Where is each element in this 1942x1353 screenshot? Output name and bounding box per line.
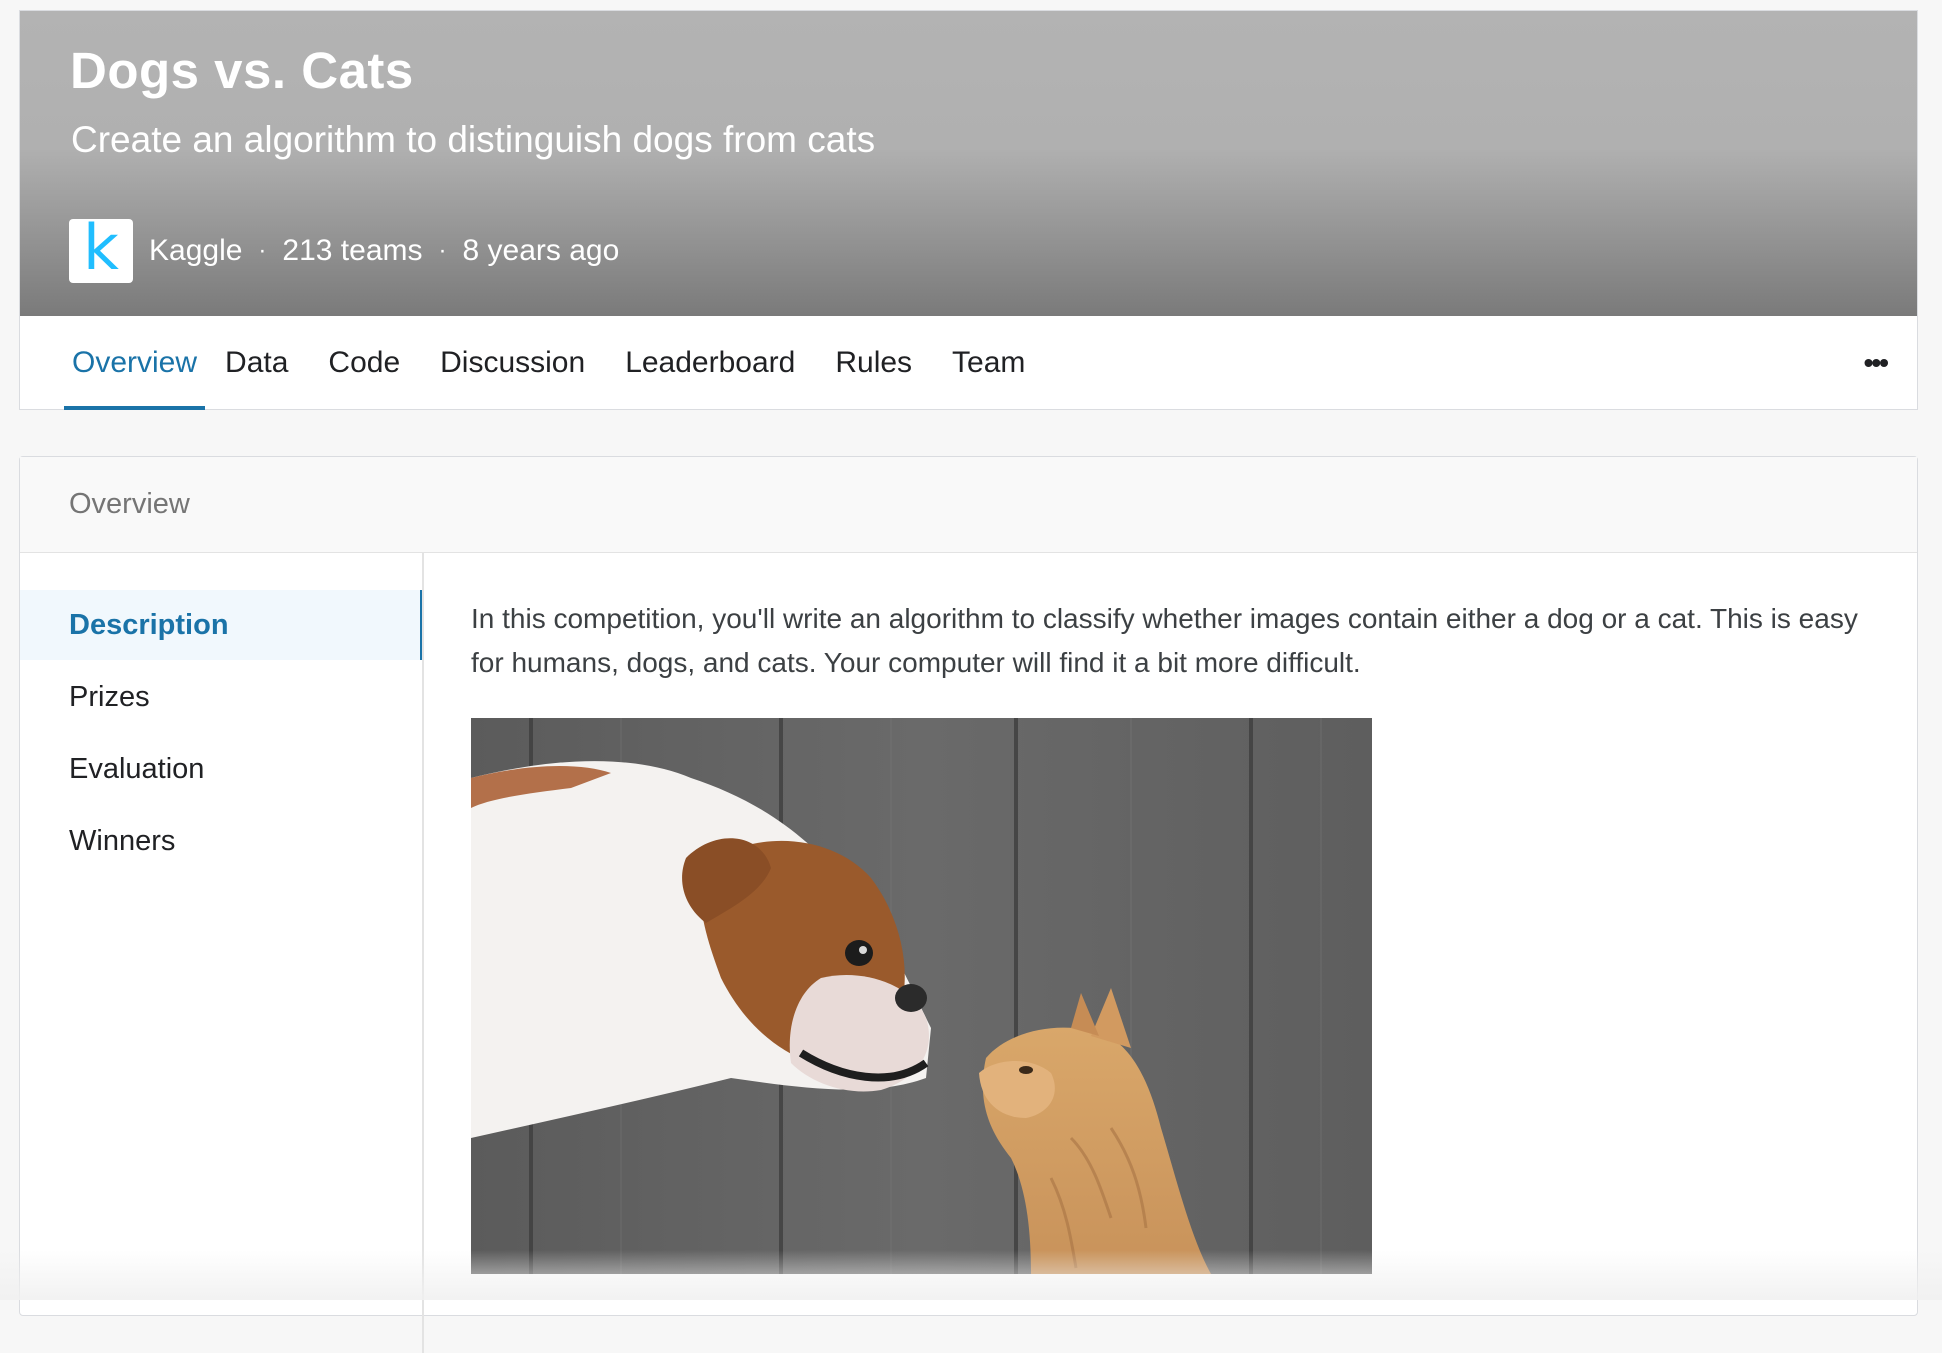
sidenav-item-description[interactable]: Description	[20, 590, 422, 660]
tab-leaderboard[interactable]: Leaderboard	[605, 316, 815, 410]
host-name[interactable]: Kaggle	[149, 234, 242, 268]
overview-header: Overview	[20, 457, 1917, 553]
tab-overview[interactable]: Overview	[64, 316, 206, 410]
tab-discussion[interactable]: Discussion	[420, 316, 605, 410]
kaggle-logo-letter: k	[83, 210, 119, 284]
sidenav-item-evaluation[interactable]: Evaluation	[20, 734, 422, 804]
meta-separator: ·	[258, 236, 267, 264]
competition-meta: k Kaggle · 213 teams · 8 years ago	[69, 210, 620, 284]
tab-team[interactable]: Team	[932, 316, 1045, 410]
sidenav-item-prizes[interactable]: Prizes	[20, 662, 422, 732]
kaggle-logo-icon[interactable]: k	[69, 210, 133, 284]
competition-header: Dogs vs. Cats Create an algorithm to dis…	[19, 10, 1918, 410]
dog-and-cat-photo	[471, 718, 1372, 1274]
header-banner: Dogs vs. Cats Create an algorithm to dis…	[20, 11, 1917, 316]
competition-age: 8 years ago	[462, 233, 620, 267]
competition-title: Dogs vs. Cats	[70, 42, 414, 99]
overview-section: Overview Description Prizes Evaluation W…	[19, 456, 1918, 1353]
overview-sidenav: Description Prizes Evaluation Winners	[20, 553, 424, 1353]
competition-subtitle: Create an algorithm to distinguish dogs …	[71, 119, 876, 160]
tab-code[interactable]: Code	[308, 316, 420, 410]
competition-tabs: Overview Data Code Discussion Leaderboar…	[20, 316, 1917, 410]
meta-separator: ·	[438, 236, 447, 264]
tab-data[interactable]: Data	[205, 316, 308, 410]
sidenav-item-winners[interactable]: Winners	[20, 806, 422, 876]
competition-description: In this competition, you'll write an alg…	[471, 603, 1858, 678]
overview-heading: Overview	[69, 488, 190, 520]
team-count[interactable]: 213 teams	[282, 234, 422, 268]
tab-rules[interactable]: Rules	[815, 316, 932, 410]
more-horizontal-icon[interactable]: •••	[1864, 316, 1889, 410]
